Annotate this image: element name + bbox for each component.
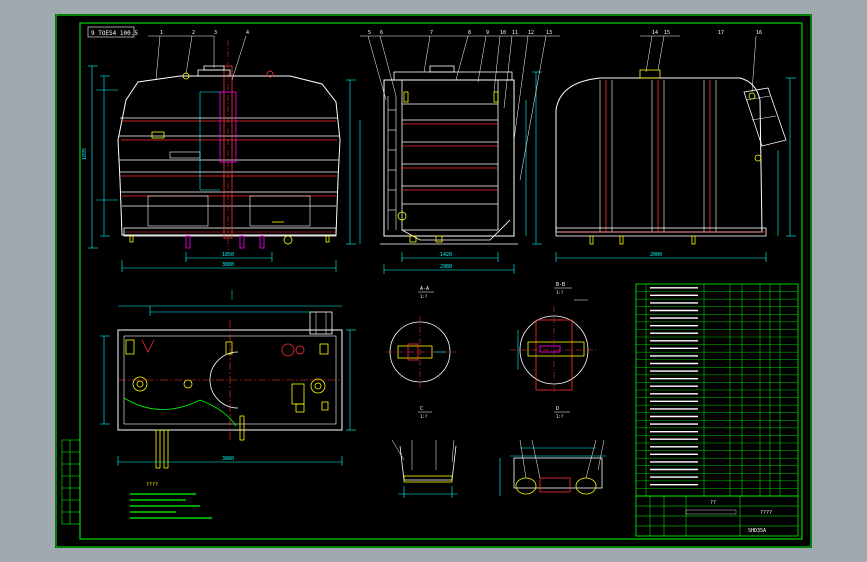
- section-b-label: B-B: [556, 282, 565, 288]
- balloon-number: 9: [486, 30, 489, 36]
- section-d-label: D: [556, 406, 559, 412]
- section-b-scale: 1:?: [556, 290, 564, 295]
- drawing-sheet: [55, 14, 812, 548]
- section-a-scale: 1:?: [420, 294, 428, 299]
- balloon-number: 7: [430, 30, 433, 36]
- front-dim-height: 1895: [82, 148, 88, 160]
- side-dim-base: 1420: [440, 252, 452, 258]
- balloon-number: 3: [214, 30, 217, 36]
- notes-title: ????: [146, 482, 158, 488]
- balloon-number: 15: [664, 30, 670, 36]
- balloon-number: 13: [546, 30, 552, 36]
- title-block-code: SHD35A: [748, 528, 766, 534]
- section-c-scale: 1:?: [420, 414, 428, 419]
- cad-drawing-canvas: 9 TOES4 100.5 3880 1850 1895 2980 1420 2…: [55, 14, 812, 548]
- side-dim-overall: 2980: [440, 264, 452, 270]
- front-dim-overall: 3880: [222, 262, 234, 268]
- balloon-number: 8: [468, 30, 471, 36]
- balloon-number: 1: [160, 30, 163, 36]
- section-a-label: A-A: [420, 286, 429, 292]
- balloon-number: 11: [512, 30, 518, 36]
- title-block-mark: ??: [710, 500, 716, 506]
- section-d-scale: 1:?: [556, 414, 564, 419]
- front-dim-base: 1850: [222, 252, 234, 258]
- balloon-number: 2: [192, 30, 195, 36]
- balloon-number: 4: [246, 30, 249, 36]
- balloon-number: 10: [500, 30, 506, 36]
- balloon-number: 14: [652, 30, 658, 36]
- plan-dim-overall: 3880: [222, 456, 234, 462]
- balloon-number: 5: [368, 30, 371, 36]
- rear-dim-base: 2000: [650, 252, 662, 258]
- title-block-name: ????: [760, 510, 772, 516]
- stamp-text: 9 TOES4 100.5: [91, 30, 138, 37]
- section-c-label: C: [420, 406, 423, 412]
- balloon-number: 6: [380, 30, 383, 36]
- balloon-number: 16: [756, 30, 762, 36]
- balloon-number: 12: [528, 30, 534, 36]
- balloon-number: 17: [718, 30, 724, 36]
